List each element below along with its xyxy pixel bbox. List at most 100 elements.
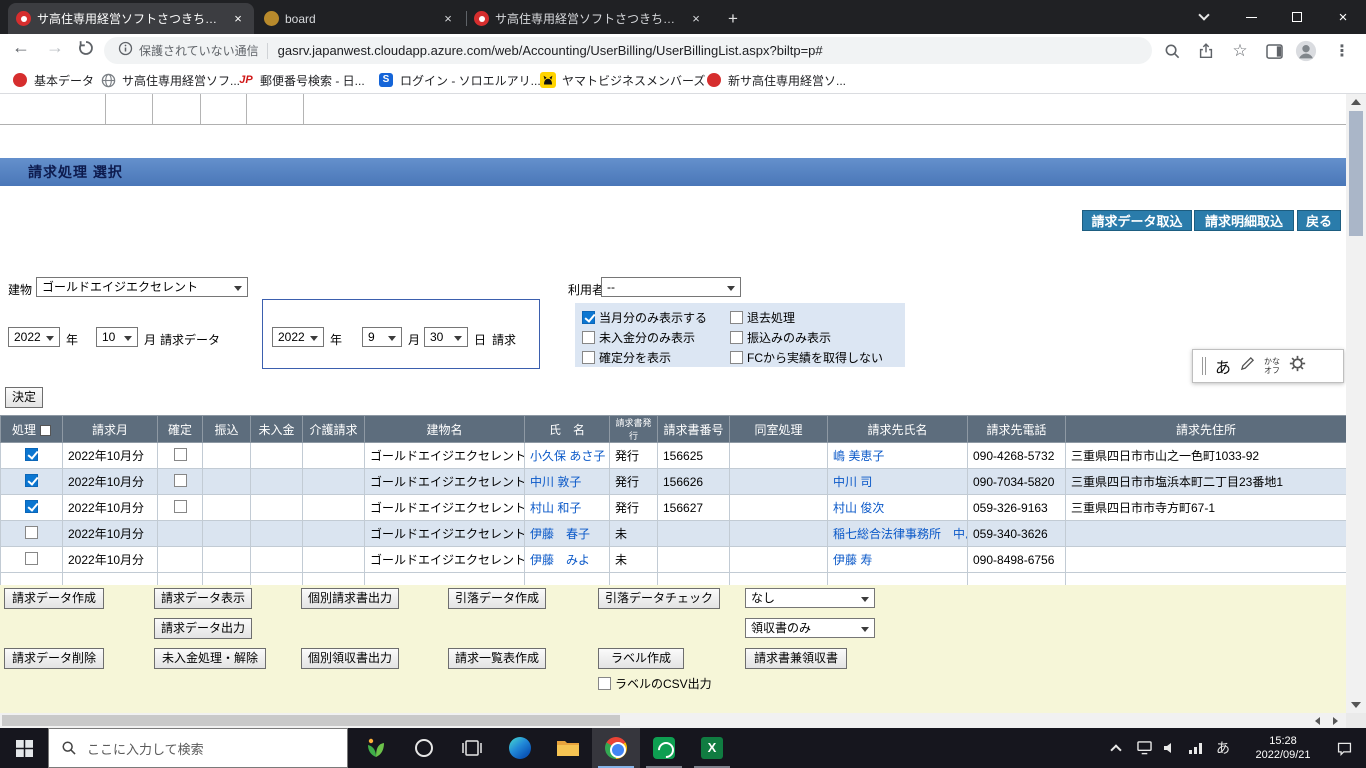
cell-billto-name-link[interactable]: 中川 司 [827,468,968,495]
row-select-checkbox[interactable] [0,520,63,547]
checkbox[interactable] [25,499,38,513]
billing-month-select[interactable]: 10 [96,327,138,347]
tray-display-icon[interactable] [1132,728,1156,768]
kebab-menu-icon[interactable]: ⋮ [1330,39,1354,63]
cell-resident-name-link[interactable]: 伊藤 みよ [524,546,610,573]
tray-clock[interactable]: 15:28 2022/09/21 [1244,728,1322,768]
import-billing-detail-button[interactable]: 請求明細取込 [1194,210,1294,231]
ime-toolbar[interactable]: あ かな オフ [1192,349,1344,383]
taskbar-app-chrome[interactable] [592,728,640,768]
billing-list-button[interactable]: 請求一覧表作成 [448,648,546,669]
checkbox[interactable] [730,350,743,364]
tray-ime-indicator[interactable]: あ [1210,728,1236,768]
window-minimize-button[interactable] [1228,0,1274,34]
scroll-left-arrow-icon[interactable] [1315,717,1320,725]
cell-billto-name-link[interactable]: 嶋 美恵子 [827,442,968,469]
back-icon[interactable]: ← [12,37,30,58]
cell-confirm-checkbox[interactable] [157,442,203,469]
cell-confirm-checkbox[interactable] [157,468,203,495]
tab-close-icon[interactable]: × [230,11,246,27]
label-create-button[interactable]: ラベル作成 [598,648,684,669]
taskbar-app-excel[interactable]: X [688,728,736,768]
individual-invoice-button[interactable]: 個別請求書出力 [301,588,399,609]
row-select-checkbox[interactable] [0,546,63,573]
side-search-icon[interactable] [1160,39,1184,63]
cell-resident-name-link[interactable]: 伊藤 春子 [524,520,610,547]
start-button[interactable] [0,728,48,768]
info-icon[interactable] [118,41,133,61]
bookmark-item[interactable]: 基本データ [12,70,94,90]
receipt-option-select[interactable]: 領収書のみ [745,618,875,638]
cell-resident-name-link[interactable]: 小久保 あさ子 [524,442,610,469]
checkbox[interactable] [25,525,38,539]
taskbar-app-sprout[interactable] [352,728,400,768]
individual-receipt-button[interactable]: 個別領収書出力 [301,648,399,669]
tray-volume-icon[interactable] [1158,728,1182,768]
cell-billto-name-link[interactable]: 稲七総合法律事務所 中島 悠衣 [827,520,968,547]
browser-tab-3[interactable]: サ高住専用経営ソフトさつきちゃん × [466,3,712,34]
invoice-year-select[interactable]: 2022 [272,327,324,347]
checkbox[interactable] [25,473,38,487]
user-select[interactable]: -- [601,277,741,297]
checkbox[interactable] [582,330,595,344]
checkbox[interactable] [173,499,187,513]
invoice-month-select[interactable]: 9 [362,327,402,347]
address-bar[interactable]: 保護されていない通信 gasrv.japanwest.cloudapp.azur… [104,37,1152,64]
taskbar-task-view-button[interactable] [448,728,496,768]
check-debit-data-button[interactable]: 引落データチェック [598,588,720,609]
unpaid-process-button[interactable]: 未入金処理・解除 [154,648,266,669]
share-icon[interactable] [1194,39,1218,63]
bookmark-item[interactable]: S ログイン - ソロエルアリ... [378,70,541,90]
tab-search-chevron-icon[interactable] [1184,0,1224,34]
create-billing-data-button[interactable]: 請求データ作成 [4,588,104,609]
building-select[interactable]: ゴールドエイジエクセレント [36,277,248,297]
browser-tab-1[interactable]: サ高住専用経営ソフトさつきちゃん × [8,3,254,34]
checkbox[interactable] [173,447,187,461]
filter-option-no-fc[interactable]: FCから実績を取得しない [730,349,883,365]
cell-billto-name-link[interactable]: 村山 俊次 [827,494,968,521]
taskbar-app-edge[interactable] [496,728,544,768]
scroll-right-arrow-icon[interactable] [1333,717,1338,725]
cell-resident-name-link[interactable]: 中川 敦子 [524,468,610,495]
cell-confirm-checkbox[interactable] [157,494,203,521]
checkbox[interactable] [25,551,38,565]
bookmark-item[interactable]: ヤマトビジネスメンバーズ [540,70,705,90]
row-select-checkbox[interactable] [0,494,63,521]
side-panel-icon[interactable] [1262,39,1286,63]
tray-network-icon[interactable] [1184,728,1208,768]
horizontal-scrollbar-thumb[interactable] [2,715,620,726]
checkbox[interactable] [730,310,743,324]
horizontal-scrollbar[interactable] [0,713,1346,728]
forward-icon[interactable]: → [46,37,64,58]
bookmark-item[interactable]: サ高住専用経営ソフ... [100,70,240,90]
ime-settings-gear-icon[interactable] [1289,355,1306,377]
ime-mode-indicator[interactable]: あ [1215,354,1231,378]
browser-tab-2[interactable]: board × [256,3,464,34]
checkbox[interactable] [582,350,595,364]
ime-pen-icon[interactable] [1240,356,1255,376]
scroll-down-arrow-icon[interactable] [1351,702,1361,708]
new-tab-button[interactable]: + [720,7,746,31]
reload-icon[interactable] [78,40,94,61]
checkbox[interactable] [582,310,595,324]
invoice-receipt-button[interactable]: 請求書兼領収書 [745,648,847,669]
output-billing-data-button[interactable]: 請求データ出力 [154,618,252,639]
cell-billto-name-link[interactable]: 伊藤 寿 [827,546,968,573]
decide-button[interactable]: 決定 [5,387,43,408]
ime-drag-handle[interactable] [1202,357,1206,375]
back-button[interactable]: 戻る [1297,210,1341,231]
tab-close-icon[interactable]: × [688,11,704,27]
filter-option-transfer-only[interactable]: 振込みのみ表示 [730,329,831,345]
vertical-scrollbar-thumb[interactable] [1349,111,1363,236]
scroll-up-arrow-icon[interactable] [1351,99,1361,105]
tray-expand-chevron-icon[interactable] [1104,728,1128,768]
window-maximize-button[interactable] [1274,0,1320,34]
checkbox[interactable] [730,330,743,344]
taskbar-search[interactable]: ここに入力して検索 [48,728,348,768]
row-select-checkbox[interactable] [0,468,63,495]
debit-option-select[interactable]: なし [745,588,875,608]
checkbox[interactable] [173,473,187,487]
import-billing-data-button[interactable]: 請求データ取込 [1082,210,1192,231]
bookmark-item[interactable]: 新サ高住専用経営ソ... [706,70,846,90]
create-debit-data-button[interactable]: 引落データ作成 [448,588,546,609]
